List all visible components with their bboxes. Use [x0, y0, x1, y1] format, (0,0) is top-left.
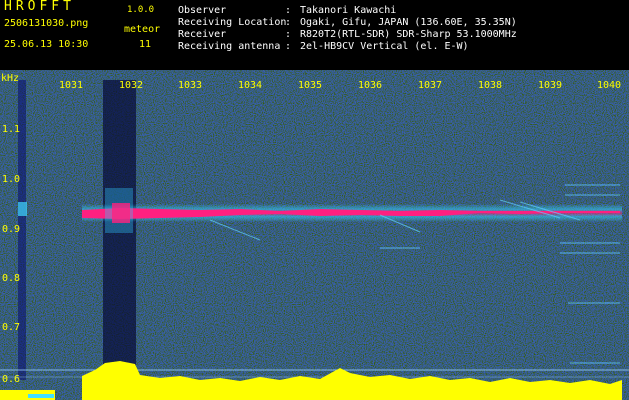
x-tick-label: 1035 — [298, 80, 323, 91]
x-tick-label: 1036 — [358, 80, 383, 91]
y-tick-label: 1.0 — [2, 174, 21, 185]
info-observer-value: Takanori Kawachi — [300, 5, 397, 16]
x-tick-label: 1040 — [597, 80, 622, 91]
y-tick-label: 0.9 — [2, 224, 21, 235]
signal-left — [18, 202, 27, 216]
info-location-key: Receiving Location — [178, 17, 287, 28]
file-name: 2506131030.png — [4, 18, 89, 29]
meteor-label: meteor — [124, 24, 161, 35]
y-tick-label: 1.1 — [2, 124, 21, 135]
info-colon: : — [285, 5, 292, 16]
info-colon: : — [285, 29, 292, 40]
x-tick-label: 1033 — [178, 80, 203, 91]
info-receiver-value: R820T2(RTL-SDR) SDR-Sharp 53.1000MHz — [300, 29, 517, 40]
info-receiver-key: Receiver — [178, 29, 227, 40]
y-tick-label: 0.6 — [2, 374, 21, 385]
x-tick-label: 1037 — [418, 80, 443, 91]
signal-burst — [112, 203, 130, 223]
info-observer-key: Observer — [178, 5, 227, 16]
info-location-value: Ogaki, Gifu, JAPAN (136.60E, 35.35N) — [300, 17, 517, 28]
info-antenna-key: Receiving antenna — [178, 41, 281, 52]
y-tick-label: 0.8 — [2, 273, 21, 284]
datetime: 25.06.13 10:30 — [4, 39, 89, 50]
y-tick-label: 0.7 — [2, 322, 21, 333]
x-axis-unit: kHz — [1, 73, 20, 84]
header-panel: HROFFT 1.0.0 2506131030.png 25.06.13 10:… — [0, 0, 629, 70]
info-colon: : — [285, 17, 292, 28]
x-tick-label: 1034 — [238, 80, 263, 91]
app-version: 1.0.0 — [127, 5, 155, 15]
meteor-count: 11 — [139, 39, 152, 50]
x-tick-label: 1032 — [119, 80, 144, 91]
x-tick-label: 1038 — [478, 80, 503, 91]
x-tick-label: 1039 — [538, 80, 563, 91]
info-colon: : — [285, 41, 292, 52]
x-tick-label: 1031 — [59, 80, 84, 91]
spectrogram-noise — [0, 70, 629, 400]
level-cyan — [28, 394, 54, 398]
app-name: HROFFT — [4, 0, 75, 14]
info-antenna-value: 2el-HB9CV Vertical (el. E-W) — [300, 41, 469, 52]
spectrogram — [0, 70, 629, 400]
